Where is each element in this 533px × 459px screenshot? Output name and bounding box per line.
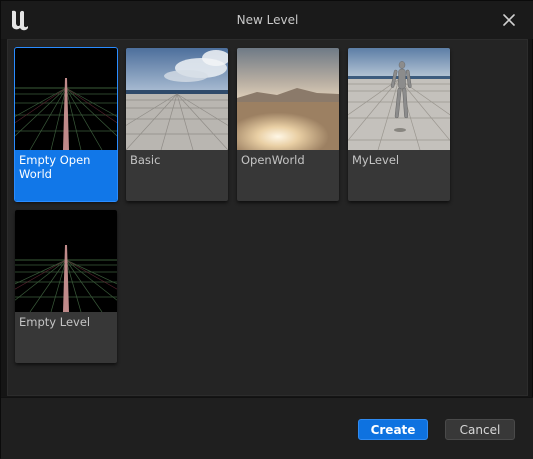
template-label: Empty Open World — [19, 153, 91, 181]
cancel-button[interactable]: Cancel — [445, 419, 515, 440]
sunset-sand-thumbnail — [237, 48, 339, 150]
template-tile-mylevel[interactable]: MyLevel — [348, 48, 450, 201]
create-button[interactable]: Create — [358, 419, 428, 440]
close-button[interactable] — [497, 9, 521, 31]
sky-checker-floor-thumbnail — [126, 48, 228, 150]
dialog-footer: Create Cancel — [1, 397, 533, 459]
new-level-dialog: New Level Empty Open World Basic OpenWor… — [0, 0, 533, 459]
template-label: Basic — [130, 153, 161, 167]
template-label: Empty Level — [19, 315, 91, 329]
dialog-title: New Level — [236, 13, 299, 27]
grid-perspective-thumbnail — [15, 210, 117, 312]
template-grid: Empty Open World Basic OpenWorld MyLevel… — [7, 39, 528, 396]
template-tile-empty-level[interactable]: Empty Level — [15, 210, 117, 363]
template-tile-empty-open-world[interactable]: Empty Open World — [14, 47, 118, 202]
mannequin-checker-floor-thumbnail — [348, 48, 450, 150]
title-bar: New Level — [1, 1, 533, 39]
template-label: OpenWorld — [241, 153, 305, 167]
grid-perspective-thumbnail — [15, 48, 117, 150]
close-icon — [503, 14, 515, 26]
template-label: MyLevel — [352, 153, 400, 167]
template-tile-openworld[interactable]: OpenWorld — [237, 48, 339, 201]
template-tile-basic[interactable]: Basic — [126, 48, 228, 201]
